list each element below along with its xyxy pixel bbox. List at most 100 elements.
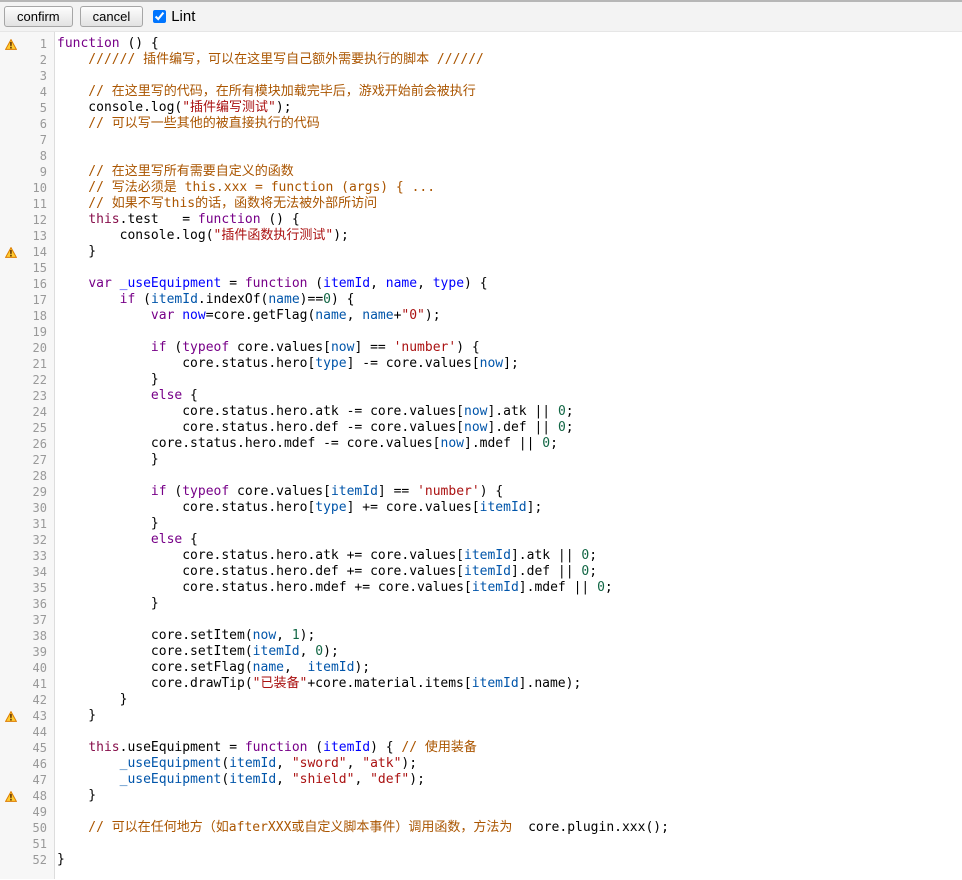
code-line[interactable]: 27 }	[0, 452, 962, 468]
code-line[interactable]: 42 }	[0, 692, 962, 708]
code-token: // 在这里写所有需要自定义的函数	[57, 164, 294, 179]
code-line[interactable]: !43 }	[0, 708, 962, 724]
code-text: if (typeof core.values[now] == 'number')…	[54, 340, 480, 356]
code-line[interactable]: !1function () {	[0, 36, 962, 52]
warning-slot	[0, 183, 22, 194]
code-line[interactable]: 20 if (typeof core.values[now] == 'numbe…	[0, 340, 962, 356]
code-line[interactable]: 5 console.log("插件编写测试");	[0, 100, 962, 116]
code-line[interactable]: 10 // 写法必须是 this.xxx = function (args) {…	[0, 180, 962, 196]
code-text: this.useEquipment = function (itemId) { …	[54, 740, 477, 756]
code-text	[54, 468, 57, 484]
code-line[interactable]: 9 // 在这里写所有需要自定义的函数	[0, 164, 962, 180]
code-line[interactable]: 29 if (typeof core.values[itemId] == 'nu…	[0, 484, 962, 500]
code-line[interactable]: 22 }	[0, 372, 962, 388]
confirm-button[interactable]: confirm	[4, 6, 73, 27]
code-line[interactable]: 46 _useEquipment(itemId, "sword", "atk")…	[0, 756, 962, 772]
line-number: 32	[22, 532, 54, 548]
code-line[interactable]: 30 core.status.hero[type] += core.values…	[0, 500, 962, 516]
code-line[interactable]: 16 var _useEquipment = function (itemId,…	[0, 276, 962, 292]
line-number: 4	[22, 84, 54, 100]
line-number: 21	[22, 356, 54, 372]
code-text: core.setItem(itemId, 0);	[54, 644, 339, 660]
code-token: core.setItem(	[57, 628, 253, 643]
code-line[interactable]: 32 else {	[0, 532, 962, 548]
code-text: console.log("插件编写测试");	[54, 100, 292, 116]
code-line[interactable]: 4 // 在这里写的代码，在所有模块加载完毕后，游戏开始前会被执行	[0, 84, 962, 100]
code-token: 0	[323, 292, 331, 307]
code-token: name	[386, 276, 417, 291]
code-line[interactable]: 19	[0, 324, 962, 340]
code-line[interactable]: 35 core.status.hero.mdef += core.values[…	[0, 580, 962, 596]
cancel-button[interactable]: cancel	[80, 6, 144, 27]
code-token: typeof	[182, 484, 229, 499]
gutter-cell: 21	[0, 356, 54, 372]
warning-slot	[0, 151, 22, 162]
code-line[interactable]: 41 core.drawTip("已装备"+core.material.item…	[0, 676, 962, 692]
code-line[interactable]: 26 core.status.hero.mdef -= core.values[…	[0, 436, 962, 452]
warning-slot	[0, 503, 22, 514]
code-line[interactable]: !14 }	[0, 244, 962, 260]
code-token: (	[135, 292, 151, 307]
code-token	[57, 756, 120, 771]
code-line[interactable]: 50 // 可以在任何地方（如afterXXX或自定义脚本事件）调用函数，方法为…	[0, 820, 962, 836]
code-line[interactable]: 7	[0, 132, 962, 148]
svg-text:!: !	[9, 713, 13, 722]
warning-slot	[0, 87, 22, 98]
warning-icon[interactable]: !	[0, 247, 22, 258]
code-token	[57, 276, 88, 291]
code-line[interactable]: 34 core.status.hero.def += core.values[i…	[0, 564, 962, 580]
warning-slot	[0, 119, 22, 130]
code-line[interactable]: 38 core.setItem(now, 1);	[0, 628, 962, 644]
warning-icon[interactable]: !	[0, 711, 22, 722]
code-line[interactable]: 12 this.test = function () {	[0, 212, 962, 228]
code-line[interactable]: 51	[0, 836, 962, 852]
code-line[interactable]: 8	[0, 148, 962, 164]
code-line[interactable]: 21 core.status.hero[type] -= core.values…	[0, 356, 962, 372]
code-line[interactable]: 24 core.status.hero.atk -= core.values[n…	[0, 404, 962, 420]
warning-icon[interactable]: !	[0, 39, 22, 50]
code-line[interactable]: 17 if (itemId.indexOf(name)==0) {	[0, 292, 962, 308]
code-token: ;	[589, 564, 597, 579]
code-token: _useEquipment	[120, 756, 222, 771]
warning-icon[interactable]: !	[0, 791, 22, 802]
code-line[interactable]: 18 var now=core.getFlag(name, name+"0");	[0, 308, 962, 324]
code-token: 'number'	[417, 484, 480, 499]
code-text	[54, 132, 57, 148]
code-line[interactable]: 15	[0, 260, 962, 276]
gutter-cell: !14	[0, 244, 54, 260]
warning-slot	[0, 135, 22, 146]
lint-toggle[interactable]: Lint	[153, 8, 195, 25]
warning-slot	[0, 55, 22, 66]
gutter-cell: 13	[0, 228, 54, 244]
warning-slot	[0, 807, 22, 818]
code-line[interactable]: 52}	[0, 852, 962, 868]
code-line[interactable]: 6 // 可以写一些其他的被直接执行的代码	[0, 116, 962, 132]
code-token: // 在这里写的代码，在所有模块加载完毕后，游戏开始前会被执行	[57, 84, 476, 99]
code-line[interactable]: 11 // 如果不写this的话，函数将无法被外部所访问	[0, 196, 962, 212]
code-line[interactable]: 49	[0, 804, 962, 820]
code-line[interactable]: 31 }	[0, 516, 962, 532]
code-text	[54, 836, 57, 852]
code-line[interactable]: 47 _useEquipment(itemId, "shield", "def"…	[0, 772, 962, 788]
line-number: 17	[22, 292, 54, 308]
code-line[interactable]: 2 ////// 插件编写，可以在这里写自己额外需要执行的脚本 //////	[0, 52, 962, 68]
code-line[interactable]: 39 core.setItem(itemId, 0);	[0, 644, 962, 660]
code-line[interactable]: 36 }	[0, 596, 962, 612]
code-line[interactable]: 13 console.log("插件函数执行测试");	[0, 228, 962, 244]
code-token: ,	[354, 772, 370, 787]
warning-slot	[0, 631, 22, 642]
code-line[interactable]: 45 this.useEquipment = function (itemId)…	[0, 740, 962, 756]
code-line[interactable]: 3	[0, 68, 962, 84]
code-line[interactable]: 33 core.status.hero.atk += core.values[i…	[0, 548, 962, 564]
code-line[interactable]: !48 }	[0, 788, 962, 804]
lint-checkbox[interactable]	[153, 10, 166, 23]
code-line[interactable]: 25 core.status.hero.def -= core.values[n…	[0, 420, 962, 436]
code-line[interactable]: 40 core.setFlag(name, itemId);	[0, 660, 962, 676]
code-token: 0	[597, 580, 605, 595]
code-line[interactable]: 37	[0, 612, 962, 628]
code-token: "0"	[401, 308, 424, 323]
code-line[interactable]: 44	[0, 724, 962, 740]
code-token: core.status.hero.def -= core.values[	[57, 420, 464, 435]
code-line[interactable]: 28	[0, 468, 962, 484]
code-line[interactable]: 23 else {	[0, 388, 962, 404]
